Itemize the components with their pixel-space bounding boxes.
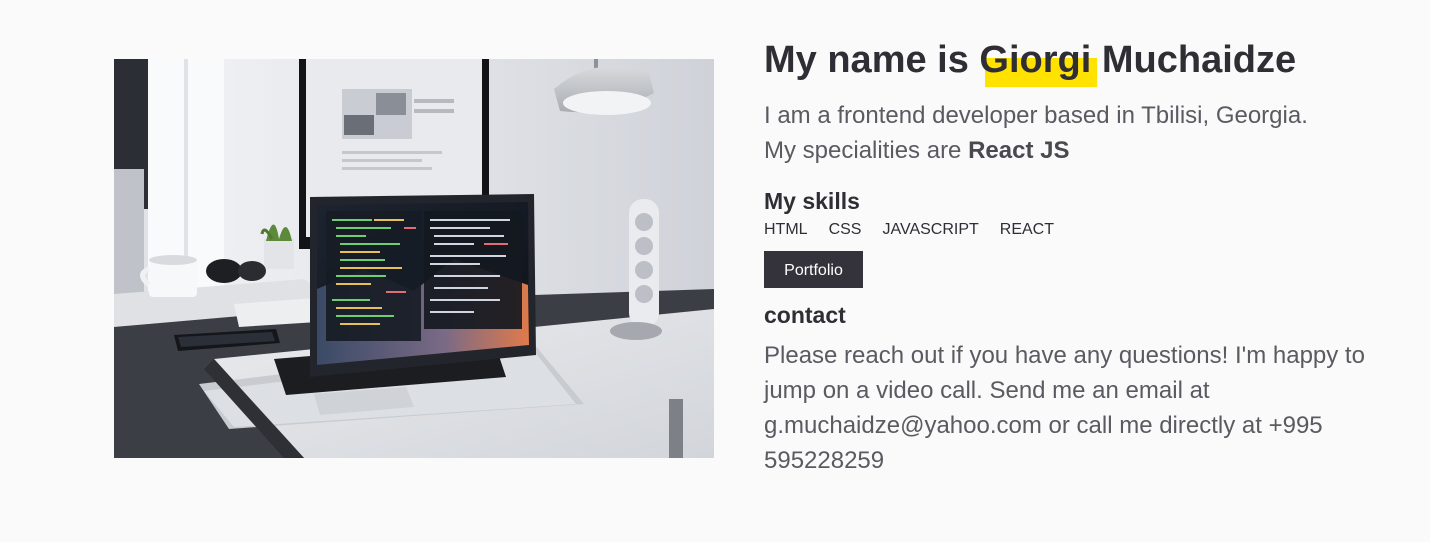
contact-text: Please reach out if you have any questio… (764, 342, 1365, 474)
intro-line-2: My specialities are (764, 137, 969, 164)
intro-paragraph: I am a frontend developer based in Tbili… (764, 98, 1364, 168)
specialty: React JS (968, 137, 1070, 164)
title-suffix: Muchaidze (1091, 39, 1297, 81)
laptop-on-desk-photo (114, 59, 714, 458)
intro-line-1: I am a frontend developer based in Tbili… (764, 102, 1308, 129)
intro-section: My name is Giorgi Muchaidze I am a front… (764, 36, 1384, 478)
title-prefix: My name is (764, 39, 980, 81)
portfolio-button[interactable]: Portfolio (764, 251, 863, 288)
skill-item-react: REACT (999, 221, 1055, 238)
skill-item-javascript: JAVASCRIPT (882, 221, 979, 238)
skill-item-html: HTML (764, 221, 808, 238)
name-highlight: Giorgi (979, 36, 1098, 87)
page-title: My name is Giorgi Muchaidze (764, 36, 1384, 87)
portfolio-page: My name is Giorgi Muchaidze I am a front… (0, 0, 1430, 542)
contact-heading: contact (764, 302, 846, 328)
skills-heading: My skills (764, 188, 860, 214)
first-name: Giorgi (979, 39, 1092, 81)
skill-item-css: CSS (828, 221, 862, 238)
skills-list: HTML CSS JAVASCRIPT REACT (764, 220, 1384, 240)
